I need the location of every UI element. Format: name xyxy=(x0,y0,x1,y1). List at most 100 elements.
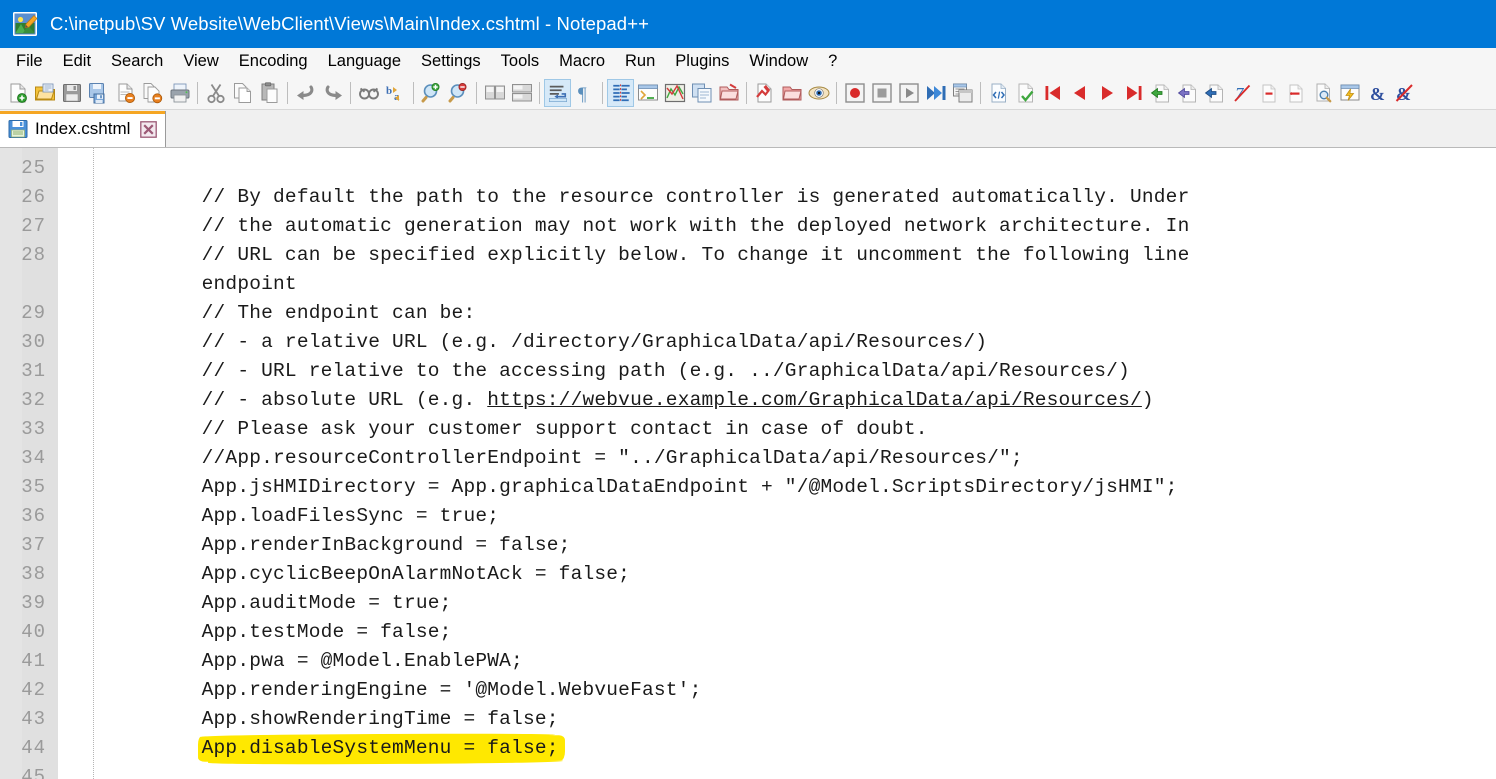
code-line: //App.resourceControllerEndpoint = "../G… xyxy=(154,447,1023,469)
last-result-icon[interactable] xyxy=(1120,79,1147,107)
svg-text:b: b xyxy=(386,85,392,97)
menu-item-language[interactable]: Language xyxy=(318,50,411,74)
menu-item-tools[interactable]: Tools xyxy=(491,50,550,74)
editor-pane[interactable]: 25 26 27 28 29 30 31 32 33 34 35 36 37 3… xyxy=(0,148,1496,779)
copy-marked-lines-icon[interactable] xyxy=(1255,79,1282,107)
hyperlink[interactable]: https://webvue.example.com/GraphicalData… xyxy=(487,389,1142,411)
line-number-gutter: 25 26 27 28 29 30 31 32 33 34 35 36 37 3… xyxy=(0,148,58,779)
tab-label: Index.cshtml xyxy=(35,119,131,138)
purple-arrow-doc-icon[interactable] xyxy=(1174,79,1201,107)
line-number: 37 xyxy=(21,534,46,556)
ampersand-strike-icon[interactable]: & xyxy=(1390,79,1417,107)
line-number: 30 xyxy=(21,331,46,353)
menu-item-file[interactable]: File xyxy=(6,50,53,74)
replace-icon[interactable]: ba xyxy=(382,79,409,107)
menu-item-settings[interactable]: Settings xyxy=(411,50,491,74)
first-result-icon[interactable] xyxy=(1039,79,1066,107)
title-bar: C:\inetpub\SV Website\WebClient\Views\Ma… xyxy=(0,0,1496,48)
code-folding-column[interactable] xyxy=(58,148,94,779)
find-icon[interactable] xyxy=(355,79,382,107)
menu-item-view[interactable]: View xyxy=(173,50,228,74)
menu-item-plugins[interactable]: Plugins xyxy=(665,50,739,74)
undo-icon[interactable] xyxy=(292,79,319,107)
redo-icon[interactable] xyxy=(319,79,346,107)
code-line: App.cyclicBeepOnAlarmNotAck = false; xyxy=(154,563,631,585)
notepadpp-window: C:\inetpub\SV Website\WebClient\Views\Ma… xyxy=(0,0,1496,779)
code-line: App.testMode = false; xyxy=(154,621,452,643)
paste-icon[interactable] xyxy=(256,79,283,107)
open-file-icon[interactable] xyxy=(31,79,58,107)
ampersand-icon[interactable]: & xyxy=(1363,79,1390,107)
record-macro-icon[interactable] xyxy=(841,79,868,107)
copy-icon[interactable] xyxy=(229,79,256,107)
line-number: 42 xyxy=(21,679,46,701)
next-result-icon[interactable] xyxy=(1093,79,1120,107)
sync-vertical-scroll-icon[interactable] xyxy=(481,79,508,107)
line-number: 39 xyxy=(21,592,46,614)
close-tab-icon[interactable] xyxy=(140,120,158,138)
cut-icon[interactable] xyxy=(202,79,229,107)
blue-arrow-doc-icon[interactable] xyxy=(1201,79,1228,107)
notepad-plus-plus-icon xyxy=(12,11,38,37)
code-line-highlighted: App.disableSystemMenu = false; xyxy=(94,734,1496,763)
green-arrow-doc-icon[interactable] xyxy=(1147,79,1174,107)
line-number: 28 xyxy=(21,244,46,266)
cut-marked-lines-icon[interactable] xyxy=(1282,79,1309,107)
open-folder-icon[interactable] xyxy=(778,79,805,107)
sync-horizontal-scroll-icon[interactable] xyxy=(508,79,535,107)
line-number: 29 xyxy=(21,302,46,324)
check-doc-icon[interactable] xyxy=(1012,79,1039,107)
line-number: 38 xyxy=(21,563,46,585)
html-tag-icon[interactable] xyxy=(985,79,1012,107)
highlighted-code-text: App.disableSystemMenu = false; xyxy=(201,737,559,759)
new-file-icon[interactable] xyxy=(4,79,31,107)
menu-item-run[interactable]: Run xyxy=(615,50,665,74)
menu-item-encoding[interactable]: Encoding xyxy=(229,50,318,74)
print-icon[interactable] xyxy=(166,79,193,107)
indent-guideline-icon[interactable] xyxy=(607,78,634,107)
close-all-files-icon[interactable] xyxy=(139,79,166,107)
menu-item-window[interactable]: Window xyxy=(739,50,818,74)
find-in-doc-icon[interactable] xyxy=(1309,79,1336,107)
stop-recording-icon[interactable] xyxy=(868,79,895,107)
menu-item-search[interactable]: Search xyxy=(101,50,173,74)
code-line: // - a relative URL (e.g. /directory/Gra… xyxy=(154,331,988,353)
folder-as-workspace-icon[interactable] xyxy=(715,79,742,107)
menu-item-macro[interactable]: Macro xyxy=(549,50,615,74)
play-macro-icon[interactable] xyxy=(895,79,922,107)
line-number: 45 xyxy=(21,766,46,779)
line-number: 25 xyxy=(21,157,46,179)
save-all-icon[interactable] xyxy=(85,79,112,107)
clear-marks-icon[interactable]: 7 xyxy=(1228,79,1255,107)
menu-item-edit[interactable]: Edit xyxy=(53,50,101,74)
previous-result-icon[interactable] xyxy=(1066,79,1093,107)
code-text-area[interactable]: // By default the path to the resource c… xyxy=(94,148,1496,779)
save-macro-icon[interactable] xyxy=(949,79,976,107)
close-file-icon[interactable] xyxy=(112,79,139,107)
preview-eye-icon[interactable] xyxy=(805,79,832,107)
toolbar-separator xyxy=(535,79,544,107)
user-defined-language-icon[interactable] xyxy=(634,79,661,107)
toolbar-separator xyxy=(409,79,418,107)
line-number: 40 xyxy=(21,621,46,643)
zoom-out-icon[interactable] xyxy=(445,79,472,107)
tab-index-cshtml[interactable]: Index.cshtml xyxy=(0,111,167,147)
line-number: 33 xyxy=(21,418,46,440)
line-number: 32 xyxy=(21,389,46,411)
code-line: App.jsHMIDirectory = App.graphicalDataEn… xyxy=(154,476,1178,498)
document-map-icon[interactable] xyxy=(661,79,688,107)
save-icon[interactable] xyxy=(58,79,85,107)
monitoring-icon[interactable] xyxy=(751,79,778,107)
zoom-in-icon[interactable] xyxy=(418,79,445,107)
run-macro-multiple-icon[interactable] xyxy=(922,79,949,107)
function-list-icon[interactable] xyxy=(688,79,715,107)
word-wrap-icon[interactable] xyxy=(544,78,571,107)
lightning-doc-icon[interactable] xyxy=(1336,79,1363,107)
toolbar-separator xyxy=(742,79,751,107)
menu-item-help[interactable]: ? xyxy=(818,50,847,74)
toolbar-separator xyxy=(832,79,841,107)
show-all-characters-icon[interactable]: ¶ xyxy=(571,79,598,107)
code-line: App.pwa = @Model.EnablePWA; xyxy=(154,650,523,672)
